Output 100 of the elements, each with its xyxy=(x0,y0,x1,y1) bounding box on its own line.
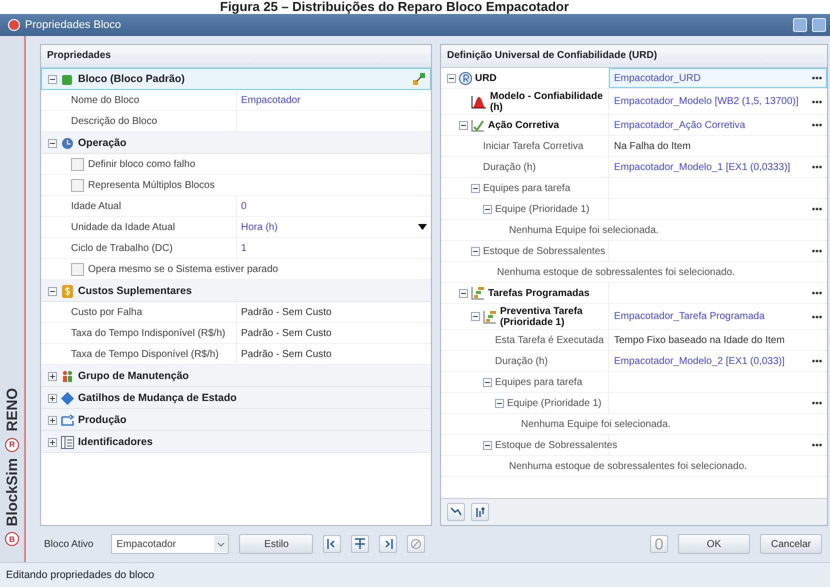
people-icon xyxy=(61,370,74,382)
property-label: Duração (h) xyxy=(482,162,536,172)
brand-text: RENO xyxy=(4,388,20,432)
category-label: Operação xyxy=(78,137,128,149)
property-value[interactable]: Hora (h) xyxy=(241,222,278,232)
property-label: Ciclo de Trabalho (DC) xyxy=(71,242,173,254)
category-label: Grupo de Manutenção xyxy=(78,370,190,382)
value-cell[interactable]: Empacotador_Ação Corretiva xyxy=(608,115,827,135)
sort-icon xyxy=(474,506,486,518)
chart-check-icon xyxy=(470,118,485,132)
zigzag-icon xyxy=(450,506,462,518)
collapse-icon[interactable] xyxy=(458,120,468,130)
collapse-icon[interactable] xyxy=(482,378,492,386)
checkbox[interactable] xyxy=(71,262,84,276)
category-row[interactable]: Produção xyxy=(41,409,431,431)
empty-note: Nenhuma estoque de sobressalentes foi selecionado. xyxy=(508,460,747,472)
property-value[interactable]: Empacotador xyxy=(241,94,300,106)
property-value[interactable]: Padrão - Sem Custo xyxy=(241,348,332,360)
steps-icon xyxy=(482,310,497,324)
property-value[interactable]: 0 xyxy=(241,200,247,212)
collapse-icon[interactable] xyxy=(48,74,57,84)
collapse-icon[interactable] xyxy=(446,74,456,82)
collapse-icon[interactable] xyxy=(470,246,480,256)
area-chart-icon xyxy=(470,94,487,108)
dollar-icon xyxy=(61,284,74,298)
property-label: Equipe (Prioridade 1) xyxy=(494,204,590,214)
collapse-icon[interactable] xyxy=(48,138,57,148)
category-row[interactable]: Custos Suplementares xyxy=(41,280,431,302)
property-label: Equipes para tarefa xyxy=(494,376,582,388)
checkbox[interactable] xyxy=(71,178,84,192)
panel-header: Definição Universal de Confiabilidade (URD) xyxy=(440,45,827,68)
collapse-icon[interactable] xyxy=(458,288,468,298)
property-label: Equipe (Prioridade 1) xyxy=(506,398,602,408)
collapse-icon[interactable] xyxy=(470,184,480,192)
chevron-down-icon[interactable] xyxy=(214,536,228,552)
property-label: Estoque de Sobressalentes xyxy=(494,440,618,450)
connector-icon[interactable] xyxy=(412,72,426,86)
property-label: Duração (h) xyxy=(494,356,548,366)
steps-icon xyxy=(470,286,485,300)
empty-note: Nenhuma Equipe foi selecionada. xyxy=(508,224,659,236)
expand-all-button[interactable] xyxy=(446,503,465,521)
property-label: Descrição do Bloco xyxy=(71,116,158,126)
collapse-icon[interactable] xyxy=(470,312,480,321)
category-row[interactable]: Identificadores xyxy=(41,431,431,453)
diamond-icon xyxy=(61,392,74,404)
value-cell[interactable]: Tempo Fixo baseado na Idade do Item xyxy=(608,330,827,350)
property-label: Nome do Bloco xyxy=(71,94,140,106)
value-cell[interactable]: Na Falha do Item xyxy=(608,136,827,156)
grid-button[interactable] xyxy=(351,535,370,553)
property-value[interactable]: Padrão - Sem Custo xyxy=(241,306,332,318)
expand-icon[interactable] xyxy=(48,394,57,402)
category-label: Custos Suplementares xyxy=(78,285,193,297)
expand-icon[interactable] xyxy=(48,416,57,424)
property-label: Equipes para tarefa xyxy=(482,182,570,194)
value-cell[interactable]: Empacotador_Tarefa Programada xyxy=(608,304,827,329)
value-cell[interactable]: Empacotador_Modelo_2 [EX1 (0,033)] xyxy=(608,351,827,371)
collapse-icon[interactable] xyxy=(482,440,492,450)
empty-note: Nenhuma Equipe foi selecionada. xyxy=(520,418,671,430)
active-block-select[interactable]: Empacotador xyxy=(111,534,230,554)
cancel-button[interactable]: Cancelar xyxy=(760,534,822,554)
align-right-button[interactable] xyxy=(379,535,398,553)
ok-button[interactable]: OK xyxy=(678,534,750,554)
grid-icon xyxy=(354,538,366,550)
sort-button[interactable] xyxy=(470,503,489,521)
checkbox-label: Definir bloco como falho xyxy=(88,158,196,170)
expand-icon[interactable] xyxy=(48,372,57,380)
checkbox[interactable] xyxy=(71,158,84,170)
panel-header: Propriedades xyxy=(41,45,431,68)
property-label: Estoque de Sobressalentes xyxy=(482,246,606,256)
value-cell[interactable]: Empacotador_Modelo [WB2 (1,5, 13700)] xyxy=(608,89,827,114)
property-label: Tarefas Programadas xyxy=(488,288,590,298)
align-left-button[interactable] xyxy=(323,535,342,553)
property-label: Modelo - Confiabilidade (h) xyxy=(490,90,604,112)
selected-value-cell[interactable]: Empacotador_URD xyxy=(608,68,827,88)
category-row[interactable]: Grupo de Manutenção xyxy=(41,365,431,387)
circled-r-icon xyxy=(458,72,472,84)
property-label: Esta Tarefa é Executada xyxy=(494,334,604,346)
dropdown-caret-icon[interactable] xyxy=(418,224,427,230)
empty-note: Nenhuma estoque de sobressalentes foi selecionado. xyxy=(496,266,735,278)
category-label: Bloco (Bloco Padrão) xyxy=(78,73,186,85)
collapse-icon[interactable] xyxy=(48,286,57,296)
expand-icon[interactable] xyxy=(48,438,57,446)
property-value[interactable]: Padrão - Sem Custo xyxy=(241,328,332,338)
app-icon xyxy=(8,19,20,31)
collapse-icon[interactable] xyxy=(482,204,492,214)
style-button[interactable]: Estilo xyxy=(239,534,314,554)
category-row[interactable]: Gatilhos de Mudança de Estado xyxy=(41,387,431,409)
category-label: Produção xyxy=(78,414,128,426)
property-value[interactable]: 1 xyxy=(241,242,247,254)
category-row[interactable]: Operação xyxy=(41,132,431,154)
collapse-icon[interactable] xyxy=(494,398,504,408)
no-entry-icon xyxy=(410,538,422,550)
window-title: Propriedades Bloco xyxy=(25,19,122,31)
list-icon xyxy=(61,436,74,448)
value-cell[interactable]: Empacotador_Modelo_1 [EX1 (0,0333)] xyxy=(608,157,827,177)
clock-icon xyxy=(61,136,74,150)
clip-button[interactable] xyxy=(650,535,668,553)
brand-badge: B xyxy=(5,532,19,546)
brand-badge: R xyxy=(5,438,19,452)
category-row[interactable]: Bloco (Bloco Padrão) xyxy=(41,68,431,90)
